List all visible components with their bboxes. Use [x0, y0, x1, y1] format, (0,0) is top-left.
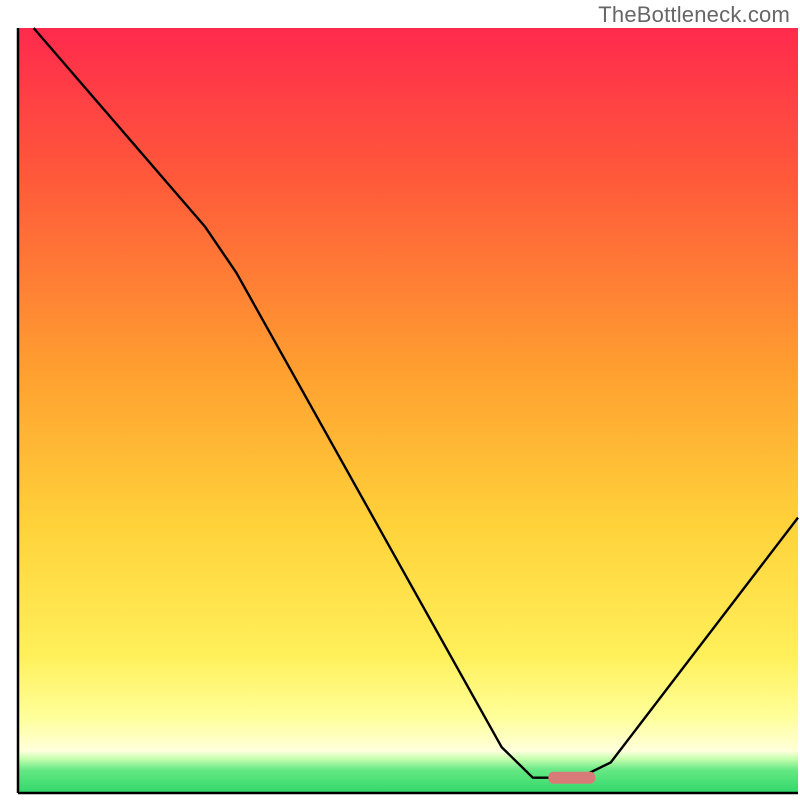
watermark-text: TheBottleneck.com — [598, 2, 790, 28]
optimal-marker — [548, 772, 595, 784]
chart-container: TheBottleneck.com — [0, 0, 800, 800]
plot-background — [18, 28, 798, 793]
bottleneck-chart — [0, 0, 800, 800]
